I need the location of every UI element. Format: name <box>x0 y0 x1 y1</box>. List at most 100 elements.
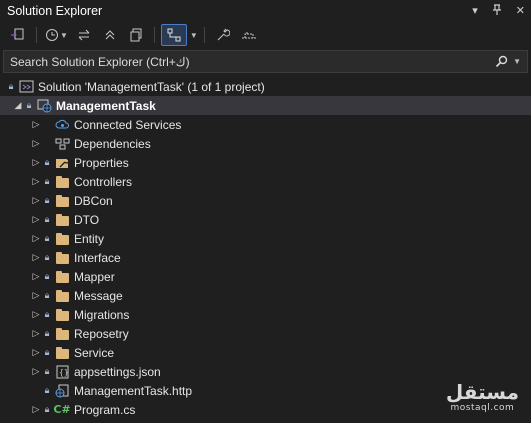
lock-icon: 🔒︎ <box>26 100 32 110</box>
tree-item-label: Entity <box>74 231 105 246</box>
watermark-arabic: مستقل <box>445 380 519 404</box>
close-icon[interactable]: ✕ <box>516 4 525 18</box>
tree-item-migrations[interactable]: ▷ 🔒︎ Migrations <box>0 305 531 324</box>
tree-item-label: Migrations <box>74 307 130 322</box>
tree-item-entity[interactable]: ▷ 🔒︎ Entity <box>0 229 531 248</box>
collapse-arrow-icon[interactable]: ◢ <box>12 100 24 112</box>
project-label: ManagementTask <box>56 98 156 113</box>
tree-item-dependencies[interactable]: ▷ Dependencies <box>0 134 531 153</box>
collapse-all-button[interactable] <box>98 25 122 45</box>
expand-arrow-icon[interactable]: ▷ <box>30 138 42 150</box>
lock-icon: 🔒︎ <box>44 309 50 319</box>
panel-window-controls: ▾ ✕ <box>472 4 525 18</box>
folder-icon <box>54 213 70 227</box>
csharp-file-icon: C# <box>53 403 71 416</box>
tree-item-properties[interactable]: ▷ 🔒︎ Properties <box>0 153 531 172</box>
expand-arrow-icon[interactable]: ▷ <box>30 252 42 264</box>
lock-icon: 🔒︎ <box>44 271 50 281</box>
search-tools: ▼ <box>495 55 521 68</box>
search-icon[interactable] <box>495 55 508 68</box>
lock-icon: 🔒︎ <box>44 176 50 186</box>
chevron-down-icon[interactable]: ▼ <box>190 31 198 40</box>
show-all-files-button[interactable] <box>124 25 148 45</box>
tree-item-label: Interface <box>74 250 121 265</box>
folder-icon <box>54 327 70 341</box>
solution-icon <box>18 80 34 94</box>
expand-arrow-icon[interactable]: ▷ <box>30 195 42 207</box>
sync-arrows-button[interactable] <box>72 25 96 45</box>
tree-item-label: DTO <box>74 212 100 227</box>
folder-icon <box>54 289 70 303</box>
tree-item-label: Reposetry <box>74 326 129 341</box>
search-input[interactable] <box>10 54 430 69</box>
expand-arrow-icon[interactable]: ▷ <box>30 347 42 359</box>
svg-text:{}: {} <box>59 368 69 377</box>
http-file-icon <box>54 384 70 398</box>
solution-label: Solution 'ManagementTask' (1 of 1 projec… <box>38 79 265 94</box>
lock-icon: 🔒︎ <box>44 366 50 376</box>
lock-icon: 🔒︎ <box>44 195 50 205</box>
expand-arrow-icon[interactable]: ▷ <box>30 157 42 169</box>
tree-item-label: Controllers <box>74 174 133 189</box>
panel-title: Solution Explorer <box>7 4 103 18</box>
tree-item-label: appsettings.json <box>74 364 161 379</box>
lock-icon: 🔒︎ <box>44 385 50 395</box>
tree-item-message[interactable]: ▷ 🔒︎ Message <box>0 286 531 305</box>
chevron-down-icon[interactable]: ▼ <box>513 57 521 66</box>
expand-arrow-icon[interactable]: ▷ <box>30 290 42 302</box>
expand-arrow-icon[interactable]: ▷ <box>30 309 42 321</box>
tree-item-connected-services[interactable]: ▷ Connected Services <box>0 115 531 134</box>
tree-item-service[interactable]: ▷ 🔒︎ Service <box>0 343 531 362</box>
tree-item-dto[interactable]: ▷ 🔒︎ DTO <box>0 210 531 229</box>
folder-icon <box>54 194 70 208</box>
project-node[interactable]: ◢ 🔒︎ ManagementTask <box>0 96 531 115</box>
pin-icon[interactable] <box>492 4 502 18</box>
folder-icon <box>54 346 70 360</box>
toggle-view-button[interactable] <box>237 25 261 45</box>
solution-tree: 🔒︎ Solution 'ManagementTask' (1 of 1 pro… <box>0 73 531 419</box>
tree-item-label: DBCon <box>74 193 113 208</box>
tree-item-dbcon[interactable]: ▷ 🔒︎ DBCon <box>0 191 531 210</box>
expand-arrow-icon[interactable]: ▷ <box>30 271 42 283</box>
properties-wrench-button[interactable] <box>211 25 235 45</box>
folder-icon <box>54 308 70 322</box>
expand-arrow-icon[interactable]: ▷ <box>30 328 42 340</box>
solution-node[interactable]: 🔒︎ Solution 'ManagementTask' (1 of 1 pro… <box>0 77 531 96</box>
expand-arrow-icon[interactable]: ▷ <box>30 119 42 131</box>
tree-item-controllers[interactable]: ▷ 🔒︎ Controllers <box>0 172 531 191</box>
expand-arrow-icon[interactable]: ▷ <box>30 404 42 416</box>
properties-icon <box>54 156 70 170</box>
lock-icon: 🔒︎ <box>8 81 14 91</box>
web-project-icon <box>36 99 52 113</box>
tree-item-appsettings[interactable]: ▷ 🔒︎ {} appsettings.json <box>0 362 531 381</box>
search-box[interactable]: ▼ <box>3 50 528 73</box>
expand-arrow-icon[interactable]: ▷ <box>30 366 42 378</box>
watermark-latin: mostaql.com <box>450 403 515 413</box>
dependencies-icon <box>54 137 70 151</box>
toolbar: ▼ ▼ <box>0 22 531 48</box>
preview-selected-items-button[interactable] <box>160 24 187 46</box>
toolbar-separator <box>153 27 155 43</box>
tree-item-label: Mapper <box>74 269 115 284</box>
json-file-icon: {} <box>54 365 70 379</box>
tree-item-mapper[interactable]: ▷ 🔒︎ Mapper <box>0 267 531 286</box>
lock-icon: 🔒︎ <box>44 404 50 414</box>
lock-icon: 🔒︎ <box>44 347 50 357</box>
tree-item-reposetry[interactable]: ▷ 🔒︎ Reposetry <box>0 324 531 343</box>
tree-item-label: Dependencies <box>74 136 151 151</box>
tree-item-label: Properties <box>74 155 129 170</box>
pending-changes-filter-button[interactable]: ▼ <box>43 25 70 45</box>
lock-icon: 🔒︎ <box>44 214 50 224</box>
lock-icon: 🔒︎ <box>44 233 50 243</box>
expand-arrow-icon[interactable]: ▷ <box>30 214 42 226</box>
watermark-logo: مستقل mostaql.com <box>446 381 519 413</box>
sync-with-active-document-button[interactable] <box>6 25 30 45</box>
panel-titlebar: Solution Explorer ▾ ✕ <box>0 0 531 22</box>
tree-item-label: ManagementTask.http <box>74 383 193 398</box>
dropdown-icon[interactable]: ▾ <box>472 4 478 18</box>
expand-arrow-icon[interactable]: ▷ <box>30 176 42 188</box>
expand-arrow-icon[interactable]: ▷ <box>30 233 42 245</box>
lock-icon: 🔒︎ <box>44 157 50 167</box>
tree-item-interface[interactable]: ▷ 🔒︎ Interface <box>0 248 531 267</box>
lock-icon: 🔒︎ <box>44 252 50 262</box>
